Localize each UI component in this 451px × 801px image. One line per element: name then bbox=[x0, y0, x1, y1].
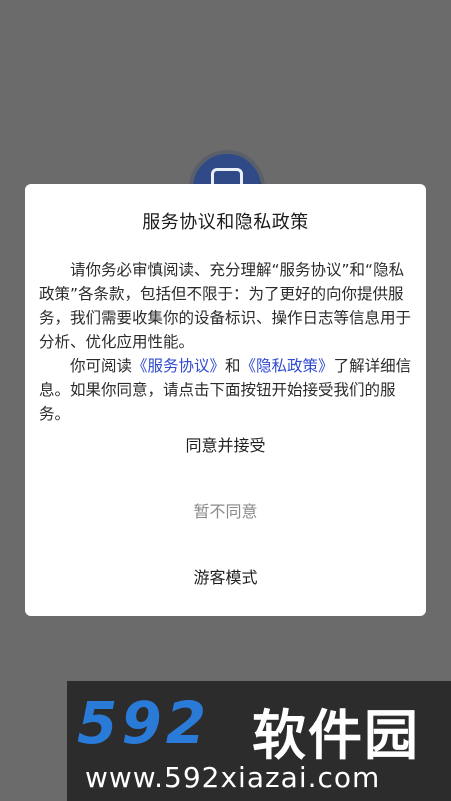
accept-button[interactable]: 同意并接受 bbox=[25, 432, 426, 456]
dialog-paragraph-2: 你可阅读《服务协议》和《隐私政策》了解详细信息。如果你同意，请点击下面按钮开始接… bbox=[39, 354, 412, 426]
dialog-title: 服务协议和隐私政策 bbox=[142, 212, 309, 233]
watermark: 592 软件园 www.592xiazai.com bbox=[67, 681, 451, 801]
watermark-url: www.592xiazai.com bbox=[85, 761, 381, 794]
watermark-brand: 软件园 bbox=[252, 704, 420, 767]
paragraph-2-prefix: 你可阅读 bbox=[70, 357, 133, 375]
privacy-policy-link[interactable]: 《隐私政策》 bbox=[241, 357, 334, 375]
paragraph-2-and: 和 bbox=[225, 357, 241, 375]
decline-button[interactable]: 暂不同意 bbox=[25, 498, 426, 522]
guest-mode-button[interactable]: 游客模式 bbox=[25, 564, 426, 588]
dialog-body: 请你务必审慎阅读、充分理解“服务协议”和“隐私政策”各条款，包括但不限于：为了更… bbox=[39, 258, 412, 426]
dialog-paragraph-1: 请你务必审慎阅读、充分理解“服务协议”和“隐私政策”各条款，包括但不限于：为了更… bbox=[39, 261, 412, 351]
service-agreement-link[interactable]: 《服务协议》 bbox=[132, 357, 225, 375]
privacy-dialog: 服务协议和隐私政策 请你务必审慎阅读、充分理解“服务协议”和“隐私政策”各条款，… bbox=[25, 184, 426, 616]
watermark-number: 592 bbox=[77, 689, 211, 757]
watermark-logo: 592 软件园 bbox=[77, 689, 449, 767]
